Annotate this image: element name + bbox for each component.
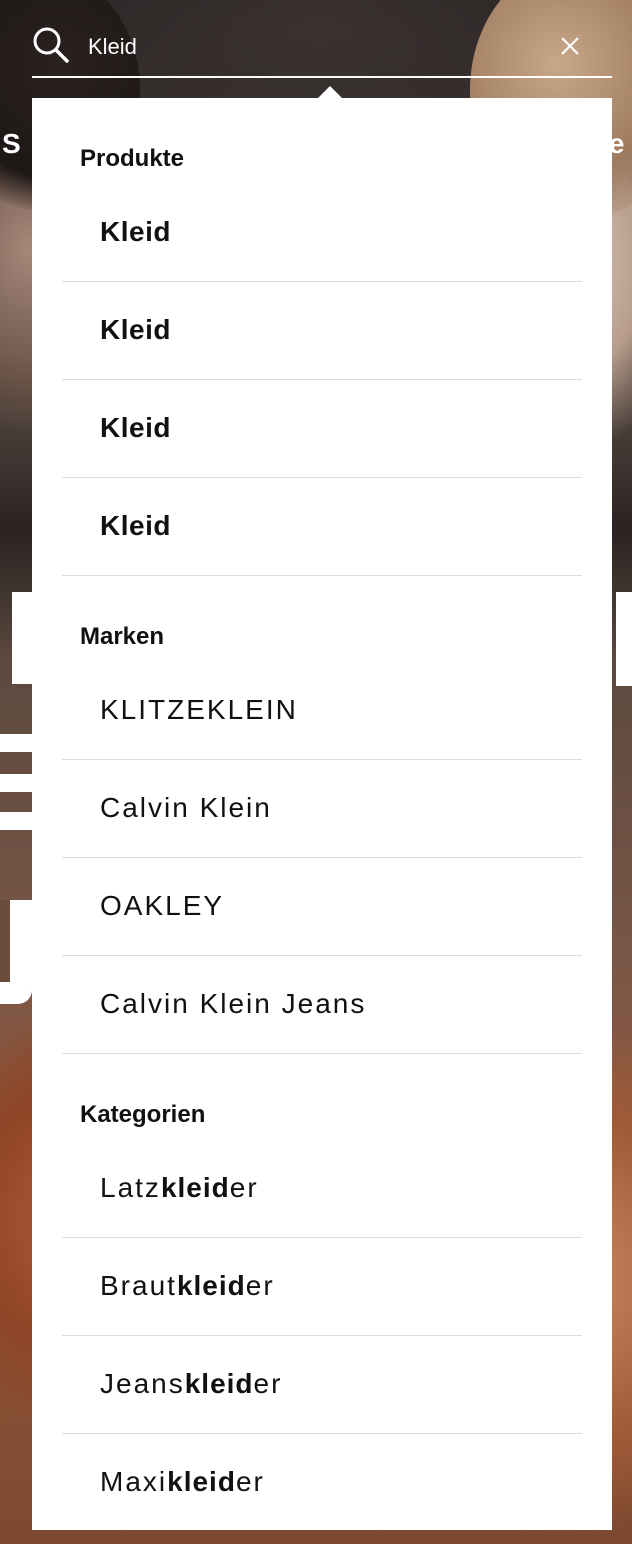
- category-prefix: Latz: [100, 1172, 161, 1203]
- search-suggestions-dropdown: Produkte Kleid Kleid Kleid Kleid Marken …: [32, 98, 612, 1530]
- product-suggestion-label: Kleid: [100, 314, 171, 345]
- brand-suggestion-label: OAKLEY: [100, 890, 225, 921]
- brand-suggestion[interactable]: OAKLEY: [62, 858, 582, 956]
- category-suffix: er: [235, 1466, 265, 1497]
- category-suggestion[interactable]: Brautkleider: [62, 1238, 582, 1336]
- category-suggestion-list: Latzkleider Brautkleider Jeanskleider Ma…: [62, 1140, 582, 1532]
- brand-suggestion-label: KLITZEKLEIN: [100, 694, 298, 725]
- brand-suggestion-label: Calvin Klein: [100, 792, 272, 823]
- category-suffix: er: [253, 1368, 283, 1399]
- category-suffix: er: [245, 1270, 275, 1301]
- group-heading-brands: Marken: [80, 623, 165, 650]
- category-match-highlight: kleid: [176, 1270, 246, 1301]
- brand-suggestion[interactable]: KLITZEKLEIN: [62, 662, 582, 760]
- hero-headline-fragment: [0, 774, 32, 792]
- hero-headline-fragment: [616, 592, 632, 686]
- brand-suggestion-list: KLITZEKLEIN Calvin Klein OAKLEY Calvin K…: [62, 662, 582, 1054]
- category-prefix: Maxi: [100, 1466, 168, 1497]
- hero-text-fragment-left: S: [2, 128, 21, 159]
- category-suggestion-label: Latzkleider: [100, 1168, 259, 1208]
- category-suggestion[interactable]: Jeanskleider: [62, 1336, 582, 1434]
- category-match-highlight: kleid: [184, 1368, 254, 1399]
- product-suggestion-label: Kleid: [100, 216, 171, 247]
- brand-suggestion[interactable]: Calvin Klein Jeans: [62, 956, 582, 1054]
- category-prefix: Jeans: [100, 1368, 185, 1399]
- dropdown-caret: [318, 86, 342, 98]
- brand-suggestion[interactable]: Calvin Klein: [62, 760, 582, 858]
- product-suggestion[interactable]: Kleid: [62, 478, 582, 576]
- close-icon[interactable]: [558, 34, 582, 58]
- category-suggestion-label: Brautkleider: [100, 1266, 275, 1306]
- product-suggestion-label: Kleid: [100, 510, 171, 541]
- hero-headline-fragment: [0, 900, 10, 982]
- group-heading-products: Produkte: [80, 145, 185, 172]
- category-prefix: Braut: [100, 1270, 177, 1301]
- search-bar: [32, 18, 612, 78]
- category-suffix: er: [229, 1172, 259, 1203]
- group-heading-categories: Kategorien: [80, 1101, 206, 1128]
- product-suggestion[interactable]: Kleid: [62, 184, 582, 282]
- hero-headline-fragment: [0, 734, 32, 752]
- brand-suggestion-label: Calvin Klein Jeans: [100, 988, 367, 1019]
- category-suggestion[interactable]: Maxikleider: [62, 1434, 582, 1532]
- category-suggestion-label: Maxikleider: [100, 1462, 265, 1502]
- hero-headline-fragment: [12, 592, 32, 684]
- search-input[interactable]: [88, 30, 528, 64]
- category-match-highlight: kleid: [167, 1466, 236, 1497]
- hero-headline-fragment: [0, 812, 32, 830]
- search-icon[interactable]: [32, 26, 70, 64]
- product-suggestion-label: Kleid: [100, 412, 171, 443]
- product-suggestion[interactable]: Kleid: [62, 380, 582, 478]
- category-suggestion-label: Jeanskleider: [100, 1364, 282, 1404]
- category-suggestion[interactable]: Latzkleider: [62, 1140, 582, 1238]
- product-suggestion-list: Kleid Kleid Kleid Kleid: [62, 184, 582, 576]
- product-suggestion[interactable]: Kleid: [62, 282, 582, 380]
- category-match-highlight: kleid: [160, 1172, 230, 1203]
